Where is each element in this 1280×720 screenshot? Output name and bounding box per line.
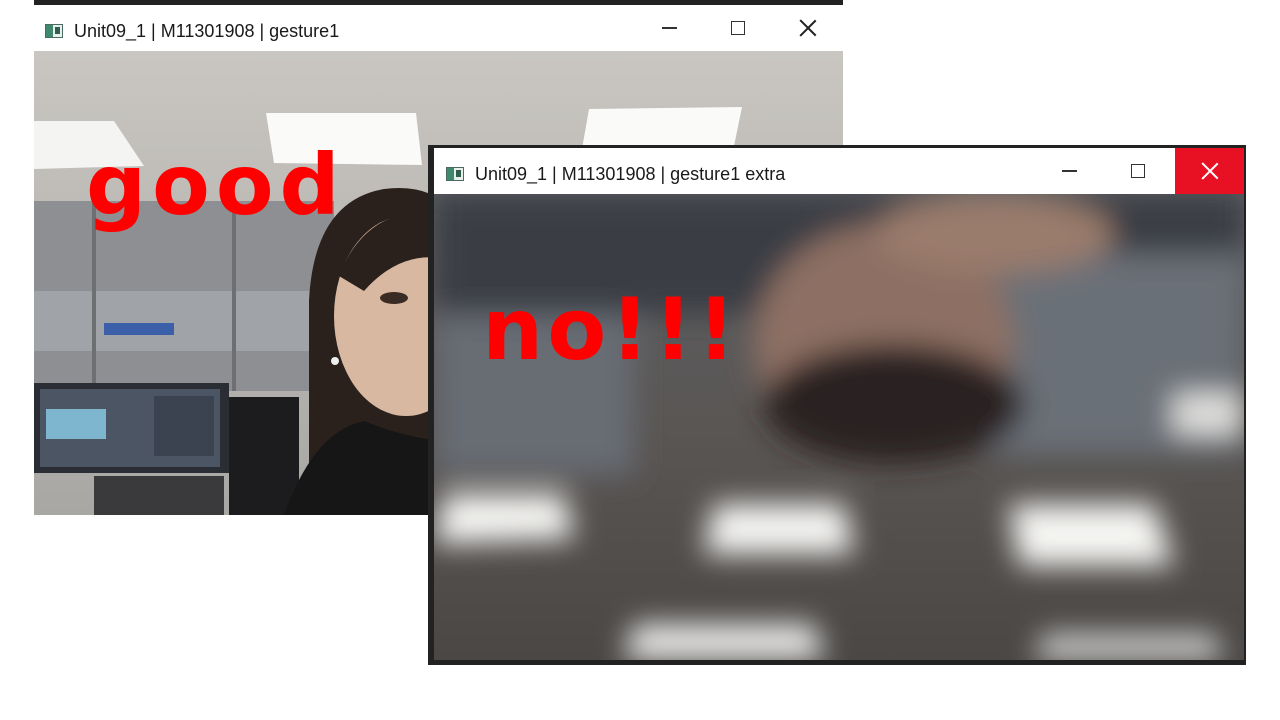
gesture1-extra-titlebar[interactable]: Unit09_1 | M11301908 | gesture1 extra	[434, 148, 1244, 194]
app-icon	[45, 24, 63, 38]
close-icon	[1201, 162, 1219, 180]
window-title: Unit09_1 | M11301908 | gesture1 extra	[475, 164, 786, 184]
gesture1-extra-window[interactable]: Unit09_1 | M11301908 | gesture1 extra no…	[428, 145, 1246, 665]
blurred-camera-scene	[434, 194, 1244, 660]
maximize-icon	[731, 21, 745, 35]
gesture1-titlebar[interactable]: Unit09_1 | M11301908 | gesture1	[34, 5, 843, 51]
camera-frame: no!!!	[434, 194, 1244, 660]
close-icon	[799, 19, 817, 37]
maximize-button[interactable]	[715, 5, 761, 51]
gesture-overlay-text: no!!!	[482, 280, 740, 380]
minimize-button[interactable]	[646, 5, 692, 51]
minimize-button[interactable]	[1046, 148, 1092, 194]
minimize-icon	[1061, 170, 1077, 172]
minimize-icon	[661, 27, 677, 29]
app-icon	[446, 167, 464, 181]
close-button[interactable]	[785, 5, 831, 51]
maximize-icon	[1131, 164, 1145, 178]
gesture-overlay-text: good	[86, 136, 346, 234]
window-title: Unit09_1 | M11301908 | gesture1	[74, 21, 340, 41]
close-button[interactable]	[1175, 148, 1244, 194]
maximize-button[interactable]	[1115, 148, 1161, 194]
